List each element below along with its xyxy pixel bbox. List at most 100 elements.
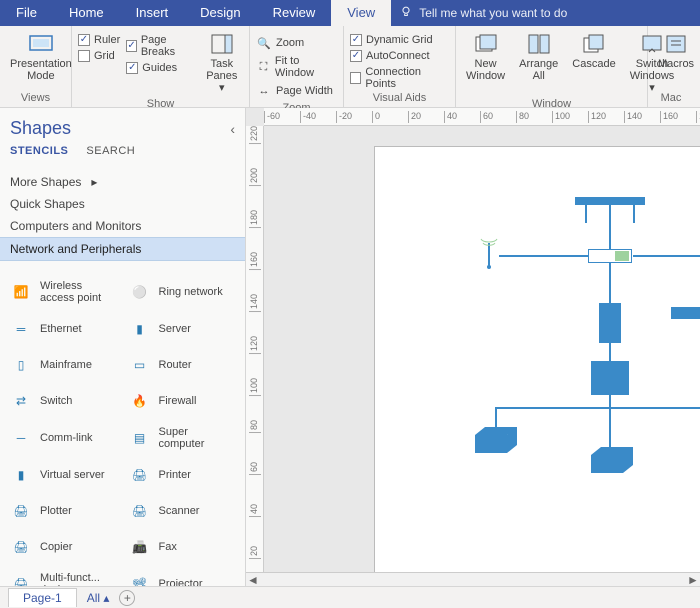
search-tab[interactable]: SEARCH: [86, 145, 135, 157]
shape-item[interactable]: 🔥 Firewall: [123, 383, 242, 419]
pagewidth-icon: ↔: [256, 83, 272, 99]
shape-label: Firewall: [159, 395, 197, 407]
cascade-button[interactable]: Cascade: [568, 30, 619, 96]
tab-file[interactable]: File: [0, 0, 53, 26]
shape-item[interactable]: 📽Projector: [123, 565, 242, 586]
ruler-checkbox[interactable]: Ruler: [78, 34, 120, 46]
tab-view[interactable]: View: [331, 0, 391, 26]
grid-checkbox[interactable]: Grid: [78, 50, 120, 62]
shape-label: Wireless access point: [40, 280, 117, 304]
shape-item[interactable]: 🖨 Copier: [4, 529, 123, 565]
lightbulb-icon: [399, 5, 413, 22]
connector[interactable]: [495, 407, 700, 409]
group-views-label: Views: [6, 90, 65, 107]
tab-home[interactable]: Home: [53, 0, 120, 26]
shape-item[interactable]: ▮Server: [123, 311, 242, 347]
tell-me-search[interactable]: Tell me what you want to do: [399, 5, 567, 22]
taskpanes-label: Task Panes ▾: [205, 58, 239, 94]
shape-icon: 🖨: [10, 536, 32, 558]
shape-icon: ⚪: [129, 281, 151, 303]
connector[interactable]: [609, 205, 611, 249]
shape-item[interactable]: 🖨Scanner: [123, 493, 242, 529]
shape-label: Server: [159, 323, 191, 335]
zoom-button[interactable]: 🔍Zoom: [256, 34, 337, 52]
shape-item[interactable]: ▮Virtual server: [4, 457, 123, 493]
computers-monitors-item[interactable]: Computers and Monitors: [0, 215, 245, 237]
router-led: [615, 251, 629, 261]
page-width-button[interactable]: ↔Page Width: [256, 82, 337, 100]
connector[interactable]: [499, 255, 589, 257]
shape-item[interactable]: ⇄Switch: [4, 383, 123, 419]
pagebreaks-checkbox[interactable]: Page Breaks: [126, 34, 194, 58]
connector[interactable]: [609, 263, 611, 303]
shape-item[interactable]: ═Ethernet: [4, 311, 123, 347]
switch-shape[interactable]: [591, 361, 629, 395]
fit-window-button[interactable]: ⛶Fit to Window: [256, 54, 337, 80]
shape-item[interactable]: 🖨Plotter: [4, 493, 123, 529]
shape-icon: ▯: [10, 354, 32, 376]
connector[interactable]: [585, 205, 587, 223]
shape-item[interactable]: 📶Wireless access point: [4, 273, 123, 311]
autoconnect-checkbox[interactable]: AutoConnect: [350, 50, 449, 62]
shape-label: Copier: [40, 541, 72, 553]
more-shapes-item[interactable]: More Shapes▸: [0, 171, 245, 193]
new-window-button[interactable]: New Window: [462, 30, 509, 96]
patch-panel-shape[interactable]: [575, 197, 645, 205]
connector[interactable]: [633, 205, 635, 223]
tab-insert[interactable]: Insert: [120, 0, 185, 26]
scroll-left-icon[interactable]: ◄: [246, 573, 260, 587]
tab-design[interactable]: Design: [184, 0, 256, 26]
shape-label: Multi-funct... device: [40, 572, 117, 586]
server-shape[interactable]: [599, 303, 621, 343]
shape-item[interactable]: 🖨 Multi-funct... device: [4, 565, 123, 586]
shape-label: Super computer: [159, 426, 236, 450]
connector[interactable]: [633, 255, 700, 257]
group-visual-label: Visual Aids: [350, 90, 449, 107]
collapse-shapes-icon[interactable]: ‹: [230, 121, 235, 137]
group-macros-label: Mac: [654, 90, 688, 107]
shape-icon: ▤: [129, 427, 151, 449]
task-panes-button[interactable]: Task Panes ▾: [201, 30, 243, 96]
newwindow-icon: [474, 32, 498, 56]
macros-icon: [664, 32, 688, 56]
shape-icon: 📠: [129, 536, 151, 558]
stencils-tab[interactable]: STENCILS: [10, 145, 68, 157]
shape-icon: 🖨: [10, 573, 32, 586]
tab-review[interactable]: Review: [257, 0, 332, 26]
shape-icon: ═: [10, 318, 32, 340]
add-page-button[interactable]: +: [119, 590, 135, 606]
network-peripherals-item[interactable]: Network and Peripherals: [0, 237, 245, 261]
connection-points-checkbox[interactable]: Connection Points: [350, 66, 449, 90]
horizontal-scrollbar[interactable]: ◄►: [246, 572, 700, 586]
shape-icon: 🖨: [129, 464, 151, 486]
page-tab[interactable]: Page-1: [8, 588, 77, 607]
drawing-canvas[interactable]: [264, 126, 700, 572]
chevron-down-icon: ▾: [219, 82, 225, 94]
pc-box-shape[interactable]: [471, 423, 521, 457]
zoom-icon: 🔍: [256, 35, 272, 51]
pc-box-shape[interactable]: [587, 443, 637, 477]
shape-label: Ring network: [159, 286, 223, 298]
scroll-right-icon[interactable]: ►: [686, 573, 700, 587]
shape-item[interactable]: ▭Router: [123, 347, 242, 383]
shape-label: Plotter: [40, 505, 72, 517]
connector[interactable]: [609, 343, 611, 361]
guides-checkbox[interactable]: Guides: [126, 62, 194, 74]
all-pages-button[interactable]: All ▴: [87, 591, 110, 605]
arrange-all-button[interactable]: Arrange All: [515, 30, 562, 96]
shape-item[interactable]: ▤ Super computer: [123, 419, 242, 457]
shape-item[interactable]: 🖨Printer: [123, 457, 242, 493]
shape-icon: 🔥: [129, 390, 151, 412]
shape-item[interactable]: 📠Fax: [123, 529, 242, 565]
shape-item[interactable]: ─Comm-link: [4, 419, 123, 457]
rack-shape[interactable]: [671, 307, 700, 319]
presentation-mode-button[interactable]: Presentation Mode: [6, 30, 76, 84]
page[interactable]: [374, 146, 700, 572]
wireless-antenna-shape[interactable]: [477, 235, 501, 269]
quick-shapes-item[interactable]: Quick Shapes: [0, 193, 245, 215]
dynamic-grid-checkbox[interactable]: Dynamic Grid: [350, 34, 449, 46]
connector[interactable]: [609, 395, 611, 447]
macros-button[interactable]: Macros: [654, 30, 698, 72]
shape-item[interactable]: ⚪ Ring network: [123, 273, 242, 311]
shape-item[interactable]: ▯Mainframe: [4, 347, 123, 383]
